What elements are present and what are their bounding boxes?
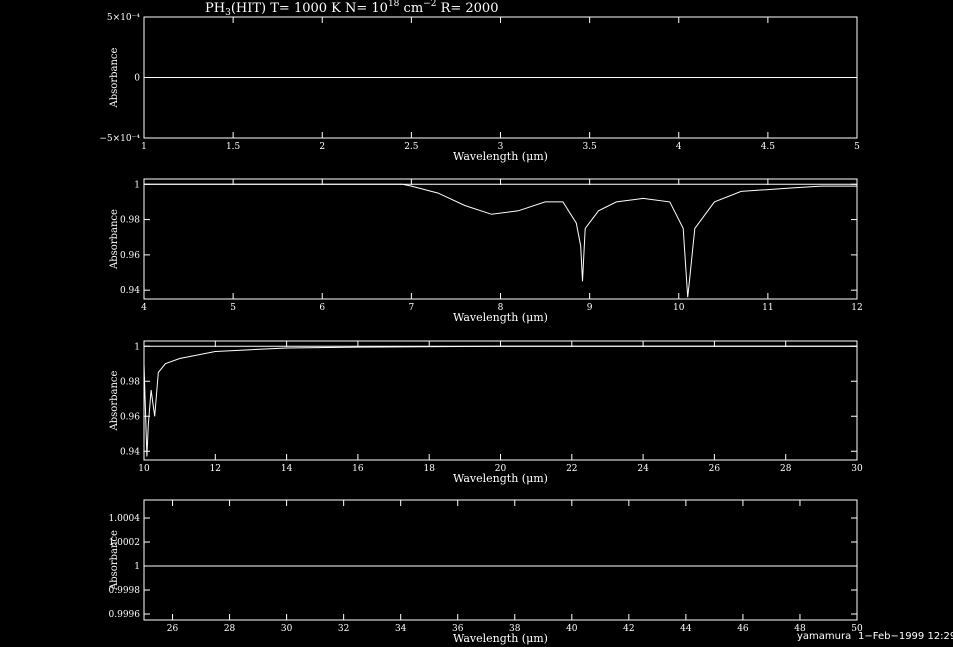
y-tick-label: 0.98: [120, 216, 140, 226]
chart-title: PH3(HIT) T= 1000 K N= 1018 cm−2 R= 2000: [205, 0, 498, 18]
x-tick-label: 5: [230, 303, 236, 313]
x-tick-label: 22: [566, 464, 577, 474]
x-tick-label: 2.5: [404, 142, 419, 152]
y-axis-label: Absorbance: [109, 209, 120, 270]
x-tick-label: 34: [395, 624, 407, 634]
x-tick-label: 4: [141, 303, 147, 313]
y-axis-label: Absorbance: [109, 47, 120, 108]
y-tick-label: 1.0004: [109, 514, 141, 524]
footer-user: yamamura: [797, 631, 851, 642]
x-tick-label: 40: [566, 624, 578, 634]
y-tick-label: 1: [134, 562, 140, 572]
plot-frame: [143, 499, 858, 621]
x-tick-label: 12: [851, 303, 862, 313]
x-tick-label: 44: [680, 624, 692, 634]
y-axis-label: Absorbance: [109, 530, 120, 591]
x-axis-label: Wavelength (μm): [453, 472, 548, 485]
y-tick-label: −5×10⁻⁴: [99, 134, 140, 144]
x-tick-label: 4.5: [761, 142, 776, 152]
x-tick-label: 3.5: [582, 142, 597, 152]
x-tick-label: 18: [423, 464, 435, 474]
y-axis-label: Absorbance: [109, 370, 120, 431]
x-tick-label: 14: [281, 464, 293, 474]
y-tick-label: 0.94: [120, 286, 140, 296]
x-tick-label: 30: [281, 624, 293, 634]
x-tick-label: 2: [319, 142, 325, 152]
x-tick-label: 28: [224, 624, 236, 634]
spectrum-line: [144, 183, 857, 298]
y-tick-label: 5×10⁻⁴: [107, 13, 140, 23]
x-tick-label: 24: [637, 464, 649, 474]
x-tick-label: 46: [737, 624, 749, 634]
x-tick-label: 30: [851, 464, 863, 474]
x-tick-label: 1.5: [226, 142, 241, 152]
y-tick-label: 0.94: [120, 447, 140, 457]
x-tick-label: 26: [167, 624, 179, 634]
y-tick-label: 0: [134, 74, 140, 84]
x-axis-label: Wavelength (μm): [453, 150, 548, 163]
x-tick-label: 28: [780, 464, 792, 474]
x-tick-label: 26: [709, 464, 721, 474]
plot-frame: [143, 178, 858, 300]
x-tick-label: 11: [762, 303, 773, 313]
panel-1: 1 1.5 2 2.5 3 3.5 4 4.5 5−5×10⁻⁴05×10⁻⁴Wavelengt…: [99, 13, 860, 163]
x-tick-label: 12: [210, 464, 221, 474]
x-tick-label: 10: [138, 464, 150, 474]
y-tick-label: 0.98: [120, 377, 140, 387]
x-tick-label: 7: [409, 303, 415, 313]
x-tick-label: 5: [854, 142, 860, 152]
x-tick-label: 4: [676, 142, 682, 152]
x-tick-label: 1: [141, 142, 147, 152]
y-tick-label: 1: [134, 342, 140, 352]
plot-frame: [143, 340, 858, 461]
footer-date: 1−Feb−1999 12:29: [858, 631, 953, 642]
y-tick-label: 0.9996: [109, 610, 141, 620]
x-tick-label: 16: [352, 464, 364, 474]
x-axis-label: Wavelength (μm): [453, 311, 548, 324]
panel-4: 26 28 30 32 34 36 38 40 42 44 46 48 500.99960.999811…: [109, 499, 863, 645]
x-tick-label: 9: [587, 303, 593, 313]
x-axis-label: Wavelength (μm): [453, 632, 548, 645]
x-tick-label: 6: [319, 303, 325, 313]
y-tick-label: 1: [134, 180, 140, 190]
spectrum-line: [143, 345, 857, 457]
y-tick-label: 0.96: [120, 412, 140, 422]
panel-group: 1 1.5 2 2.5 3 3.5 4 4.5 5−5×10⁻⁴05×10⁻⁴Wavelengt…: [99, 13, 863, 645]
x-tick-label: 10: [673, 303, 685, 313]
panel-2: 4 5 6 7 8 9 10 11 120.940.960.981Wavelength (μm)…: [109, 178, 863, 324]
x-tick-label: 32: [338, 624, 349, 634]
x-tick-label: 42: [623, 624, 634, 634]
spectrum-chart: PH3(HIT) T= 1000 K N= 1018 cm−2 R= 2000 …: [99, 0, 953, 645]
y-tick-label: 0.96: [120, 251, 140, 261]
panel-3: 10 12 14 16 18 20 22 24 26 28 300.940.960.981Wavel…: [109, 340, 863, 485]
